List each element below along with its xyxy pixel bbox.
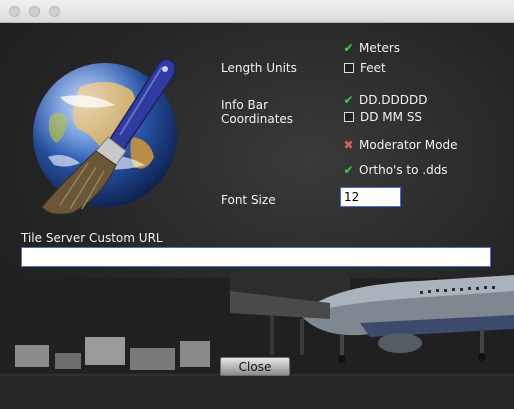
checkmark-icon[interactable]: ✔ [343,94,354,106]
preferences-content: Length Units ✔ Meters Feet Info Bar Coor… [0,23,514,409]
empty-checkbox-icon[interactable] [344,63,354,73]
meters-option[interactable]: ✔ Meters [343,41,400,55]
checkmark-icon[interactable]: ✔ [343,164,354,176]
feet-option[interactable]: Feet [343,61,386,75]
minimize-window-icon[interactable] [29,6,40,17]
moderator-mode-label: Moderator Mode [359,138,458,152]
orthos-to-dds-option[interactable]: ✔ Ortho's to .dds [343,163,448,177]
tile-server-url-label: Tile Server Custom URL [21,231,163,245]
globe-paintbrush-logo [33,58,177,215]
font-size-label: Font Size [221,193,276,207]
dd-mm-ss-option-label: DD MM SS [360,110,423,124]
dd-ddddd-option-label: DD.DDDDD [359,93,428,107]
empty-checkbox-icon[interactable] [344,112,354,122]
info-bar-label-line2: Coordinates [221,112,294,126]
info-bar-label-line1: Info Bar [221,98,269,112]
feet-option-label: Feet [360,61,386,75]
info-bar-coordinates-label: Info Bar Coordinates [221,98,293,126]
dd-mm-ss-option[interactable]: DD MM SS [343,110,422,124]
orthos-to-dds-label: Ortho's to .dds [359,163,448,177]
length-units-label: Length Units [221,61,297,75]
tile-server-url-input[interactable] [21,247,491,267]
moderator-mode-option[interactable]: ✖ Moderator Mode [343,138,457,152]
font-size-input[interactable] [340,187,401,207]
close-button[interactable]: Close [220,357,290,376]
x-mark-icon[interactable]: ✖ [343,139,354,151]
dd-ddddd-option[interactable]: ✔ DD.DDDDD [343,93,428,107]
close-window-icon[interactable] [9,6,20,17]
preferences-window: Length Units ✔ Meters Feet Info Bar Coor… [0,0,514,409]
zoom-window-icon[interactable] [49,6,60,17]
checkmark-icon[interactable]: ✔ [343,42,354,54]
title-bar[interactable] [0,0,514,23]
meters-option-label: Meters [359,41,401,55]
